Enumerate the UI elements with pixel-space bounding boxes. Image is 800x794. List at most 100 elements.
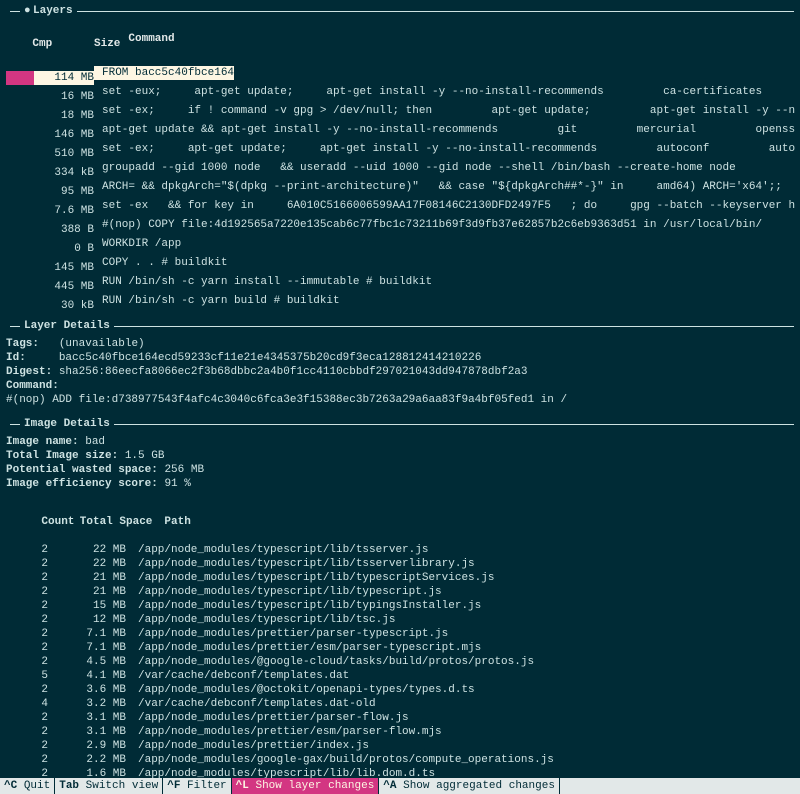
layer-details-title: Layer Details xyxy=(24,319,110,333)
layers-list[interactable]: 114 MBFROM bacc5c40fbce16416 MBset -eux;… xyxy=(6,66,794,313)
file-row[interactable]: 27.1 MB/app/node_modules/prettier/esm/pa… xyxy=(6,641,794,655)
detail-id: Id: bacc5c40fbce164ecd59233cf11e21e43453… xyxy=(6,351,794,365)
file-count: 2 xyxy=(6,655,48,669)
status-switch[interactable]: Tab Switch view xyxy=(55,778,162,794)
layer-command: RUN /bin/sh -c yarn install --immutable … xyxy=(94,275,432,289)
image-details-title: Image Details xyxy=(24,417,110,431)
file-space: 3.6 MB xyxy=(48,683,130,697)
layer-row[interactable]: 445 MBRUN /bin/sh -c yarn install --immu… xyxy=(6,275,794,294)
layer-command: RUN /bin/sh -c yarn build # buildkit xyxy=(94,294,340,308)
file-row[interactable]: 54.1 MB/var/cache/debconf/templates.dat xyxy=(6,669,794,683)
file-space: 3.1 MB xyxy=(48,711,130,725)
file-row[interactable]: 23.6 MB/app/node_modules/@octokit/openap… xyxy=(6,683,794,697)
layer-row[interactable]: 30 kBRUN /bin/sh -c yarn build # buildki… xyxy=(6,294,794,313)
detail-tags: Tags: (unavailable) xyxy=(6,337,794,351)
layer-command: groupadd --gid 1000 node && useradd --ui… xyxy=(94,161,736,175)
layer-row[interactable]: 16 MBset -eux; apt-get update; apt-get i… xyxy=(6,85,794,104)
file-row[interactable]: 43.2 MB/var/cache/debconf/templates.dat-… xyxy=(6,697,794,711)
layer-row[interactable]: 145 MBCOPY . . # buildkit xyxy=(6,256,794,275)
layer-row[interactable]: 7.6 MBset -ex && for key in 6A010C516600… xyxy=(6,199,794,218)
layer-command: set -ex; if ! command -v gpg > /dev/null… xyxy=(94,104,795,118)
file-path: /app/node_modules/@octokit/openapi-types… xyxy=(130,683,475,697)
file-count: 2 xyxy=(6,725,48,739)
layer-size: 7.6 MB xyxy=(34,204,94,218)
file-space: 22 MB xyxy=(48,543,130,557)
col-space: Total Space xyxy=(74,515,156,529)
file-count: 2 xyxy=(6,585,48,599)
layers-title: Layers xyxy=(33,4,73,18)
file-path: /var/cache/debconf/templates.dat-old xyxy=(130,697,376,711)
file-row[interactable]: 27.1 MB/app/node_modules/prettier/parser… xyxy=(6,627,794,641)
file-path: /app/node_modules/prettier/parser-flow.j… xyxy=(130,711,409,725)
layer-row[interactable]: 95 MBARCH= && dpkgArch="$(dpkg --print-a… xyxy=(6,180,794,199)
col-size: Size xyxy=(60,37,120,51)
file-path: /app/node_modules/typescript/lib/tsc.js xyxy=(130,613,395,627)
file-space: 7.1 MB xyxy=(48,627,130,641)
file-row[interactable]: 215 MB/app/node_modules/typescript/lib/t… xyxy=(6,599,794,613)
layer-size: 146 MB xyxy=(34,128,94,142)
file-count: 2 xyxy=(6,543,48,557)
layer-row[interactable]: 388 B#(nop) COPY file:4d192565a7220e135c… xyxy=(6,218,794,237)
file-space: 12 MB xyxy=(48,613,130,627)
layer-command: ARCH= && dpkgArch="$(dpkg --print-archit… xyxy=(94,180,782,194)
status-filter[interactable]: ^F Filter xyxy=(163,778,230,794)
file-count: 2 xyxy=(6,683,48,697)
file-path: /app/node_modules/prettier/parser-typesc… xyxy=(130,627,448,641)
file-space: 21 MB xyxy=(48,585,130,599)
layer-command: COPY . . # buildkit xyxy=(94,256,227,270)
file-count: 2 xyxy=(6,557,48,571)
layer-size: 388 B xyxy=(34,223,94,237)
image-size: Total Image size: 1.5 GB xyxy=(6,449,794,463)
file-count: 2 xyxy=(6,711,48,725)
file-space: 3.1 MB xyxy=(48,725,130,739)
layer-size: 0 B xyxy=(34,242,94,256)
file-count: 2 xyxy=(6,627,48,641)
col-cmp: Cmp xyxy=(32,37,60,51)
file-count: 2 xyxy=(6,641,48,655)
col-path: Path xyxy=(156,515,190,529)
layer-row[interactable]: 18 MBset -ex; if ! command -v gpg > /dev… xyxy=(6,104,794,123)
file-space: 3.2 MB xyxy=(48,697,130,711)
files-list[interactable]: 222 MB/app/node_modules/typescript/lib/t… xyxy=(6,543,794,794)
file-row[interactable]: 23.1 MB/app/node_modules/prettier/esm/pa… xyxy=(6,725,794,739)
file-row[interactable]: 221 MB/app/node_modules/typescript/lib/t… xyxy=(6,571,794,585)
file-path: /app/node_modules/typescript/lib/typings… xyxy=(130,599,481,613)
layer-row[interactable]: 0 BWORKDIR /app xyxy=(6,237,794,256)
file-row[interactable]: 221 MB/app/node_modules/typescript/lib/t… xyxy=(6,585,794,599)
file-row[interactable]: 23.1 MB/app/node_modules/prettier/parser… xyxy=(6,711,794,725)
layer-command: set -eux; apt-get update; apt-get instal… xyxy=(94,85,762,99)
file-row[interactable]: 24.5 MB/app/node_modules/@google-cloud/t… xyxy=(6,655,794,669)
file-count: 2 xyxy=(6,571,48,585)
layer-command: WORKDIR /app xyxy=(94,237,181,251)
file-row[interactable]: 22.9 MB/app/node_modules/prettier/index.… xyxy=(6,739,794,753)
file-path: /app/node_modules/typescript/lib/typescr… xyxy=(130,585,442,599)
files-columns: CountTotal SpacePath xyxy=(6,501,794,543)
file-path: /app/node_modules/prettier/index.js xyxy=(130,739,369,753)
image-name: Image name: bad xyxy=(6,435,794,449)
layer-details-header: Layer Details xyxy=(6,319,794,333)
file-path: /var/cache/debconf/templates.dat xyxy=(130,669,349,683)
file-path: /app/node_modules/@google-cloud/tasks/bu… xyxy=(130,655,534,669)
layer-row[interactable]: 114 MBFROM bacc5c40fbce164 xyxy=(6,66,794,85)
layer-row[interactable]: 510 MBset -ex; apt-get update; apt-get i… xyxy=(6,142,794,161)
layer-command: set -ex; apt-get update; apt-get install… xyxy=(94,142,795,156)
layer-row[interactable]: 146 MBapt-get update && apt-get install … xyxy=(6,123,794,142)
file-row[interactable]: 212 MB/app/node_modules/typescript/lib/t… xyxy=(6,613,794,627)
file-space: 15 MB xyxy=(48,599,130,613)
status-bar: ^C QuitTab Switch view^F Filter^L Show l… xyxy=(0,778,800,794)
file-path: /app/node_modules/google-gax/build/proto… xyxy=(130,753,554,767)
file-count: 2 xyxy=(6,753,48,767)
col-count: Count xyxy=(32,515,74,529)
file-path: /app/node_modules/prettier/esm/parser-ty… xyxy=(130,641,481,655)
status-aggregated-changes[interactable]: ^A Show aggregated changes xyxy=(379,778,559,794)
file-row[interactable]: 222 MB/app/node_modules/typescript/lib/t… xyxy=(6,557,794,571)
layer-cmp-marker xyxy=(6,71,34,85)
file-row[interactable]: 22.2 MB/app/node_modules/google-gax/buil… xyxy=(6,753,794,767)
layer-command: FROM bacc5c40fbce164 xyxy=(94,66,234,80)
file-row[interactable]: 222 MB/app/node_modules/typescript/lib/t… xyxy=(6,543,794,557)
status-quit[interactable]: ^C Quit xyxy=(0,778,54,794)
layer-row[interactable]: 334 kBgroupadd --gid 1000 node && userad… xyxy=(6,161,794,180)
status-layer-changes[interactable]: ^L Show layer changes xyxy=(232,778,379,794)
layer-size: 95 MB xyxy=(34,185,94,199)
file-path: /app/node_modules/typescript/lib/tsserve… xyxy=(130,543,428,557)
